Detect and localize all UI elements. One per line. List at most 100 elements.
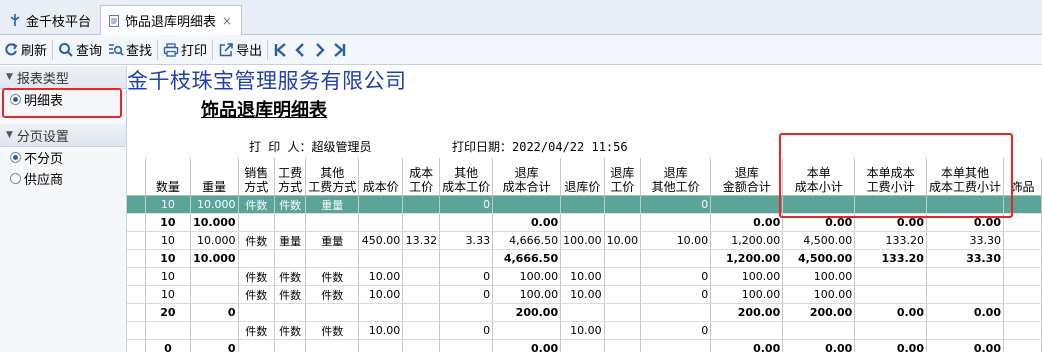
find-icon [109,43,124,56]
printer-info: 打 印 人：超级管理员 [249,140,372,154]
tab-bar: 金千枝平台 饰品退库明细表 × [0,0,1042,35]
column-header[interactable]: 重量 [190,158,239,196]
column-header[interactable]: 数量 [145,158,191,196]
table-cell [358,213,404,232]
row-spacer [127,303,147,322]
table-cell [358,249,404,268]
column-header[interactable]: 退库 工价 [604,158,642,196]
find-button[interactable]: 查找 [105,38,155,62]
tab-platform[interactable]: 金千枝平台 [2,6,106,34]
table-cell [305,249,360,268]
report-type-header[interactable]: ▼ 报表类型 [0,66,126,89]
next-page-button[interactable] [310,40,330,60]
chevron-right-icon [316,42,325,57]
table-cell [640,213,712,232]
table-cell [604,339,642,352]
table-cell: 0.00 [854,303,927,322]
close-icon[interactable]: × [222,14,232,28]
column-header[interactable]: 退库价 [560,158,605,196]
toolbar-divider [157,39,159,60]
document-icon [109,14,119,27]
table-cell [190,285,239,304]
radio-no-paging-label: 不分页 [24,152,64,167]
table-cell [560,339,605,352]
table-cell: 0 [640,285,712,304]
table-row[interactable]: 10 件数 件数 件数 10.00 0 100.00 10.00 0 100.00 100.00 [127,267,1042,286]
query-button[interactable]: 查询 [55,38,105,62]
table-cell: 0.00 [492,213,562,232]
table-cell: 件数 [305,267,360,286]
column-header[interactable]: 退库 金额合计 [710,158,784,196]
radio-supplier[interactable]: 供应商 [0,168,126,189]
radio-unselected-icon [10,173,21,184]
table-cell [145,321,191,340]
table-cell: 10.000 [190,195,239,214]
first-page-button[interactable] [270,40,290,60]
tab-return-detail[interactable]: 饰品退库明细表 × [100,5,242,35]
table-cell [358,195,404,214]
table-cell [560,249,605,268]
export-button[interactable]: 导出 [215,38,265,62]
column-header[interactable]: 工费 方式 [274,158,307,196]
column-header[interactable]: 成本价 [358,158,404,196]
table-cell [274,213,307,232]
print-label: 打印 [181,44,208,59]
table-row[interactable]: 10 10.000 件数 重量 重量 450.00 13.32 3.33 4,666.50 100… [127,231,1042,250]
column-header[interactable]: 退库 成本合计 [492,158,562,196]
table-cell [926,285,1004,304]
table-cell: 0.00 [710,339,784,352]
table-cell: 0.00 [926,339,1004,352]
row-spacer [127,267,147,286]
print-button[interactable]: 打印 [160,38,210,62]
refresh-button[interactable]: 刷新 [0,38,50,62]
last-page-button[interactable] [330,40,350,60]
table-cell [305,339,360,352]
table-cell: 0.00 [854,339,927,352]
paging-title: 分页设置 [16,129,69,145]
column-header[interactable]: 退库 其他工价 [640,158,712,196]
table-row[interactable]: 20 0 200.00 200.00 200.00 0.00 0.00 [127,303,1042,322]
table-row[interactable]: 0 0 0.00 0.00 0.00 0.00 0.00 [127,339,1042,352]
table-cell: 0 [439,321,494,340]
table-cell: 33.30 [926,231,1004,250]
table-cell: 10 [145,267,191,286]
table-cell: 0 [190,303,239,322]
table-cell [439,339,494,352]
prev-page-button[interactable] [290,40,310,60]
table-cell: 4,500.00 [782,231,856,250]
table-cell: 10 [145,213,191,232]
table-cell: 件数 [305,321,360,340]
export-label: 导出 [236,44,263,59]
table-row[interactable]: 10 件数 件数 件数 10.00 0 100.00 10.00 0 100.00 100.00 [127,285,1042,304]
radio-selected-icon [10,152,21,163]
table-cell [560,195,605,214]
table-row[interactable]: 10 10.000 4,666.50 1,200.00 4,500.00 133.20 33… [127,249,1042,268]
chevron-left-icon [295,42,304,57]
table-cell: 0 [439,195,494,214]
row-spacer [127,231,147,250]
table-cell: 1,200.00 [710,249,784,268]
table-cell [1003,303,1042,322]
radio-no-paging[interactable]: 不分页 [0,147,126,168]
column-header[interactable]: 其他 成本工价 [439,158,494,196]
column-header[interactable]: 销售 方式 [238,158,275,196]
tab-platform-label: 金千枝平台 [26,14,92,30]
column-header[interactable]: 成本 工价 [402,158,441,196]
radio-supplier-label: 供应商 [24,173,64,188]
table-cell: 33.30 [926,249,1004,268]
column-header[interactable]: 其他 工费方式 [305,158,360,196]
table-cell [402,321,441,340]
table-cell: 10.00 [560,267,605,286]
table-row[interactable]: 件数 件数 件数 10.00 0 10.00 0 [127,321,1042,340]
toolbar-divider [267,39,269,60]
table-cell [358,303,404,322]
table-cell: 100.00 [492,285,562,304]
table-cell [604,303,642,322]
table-cell [604,285,642,304]
paging-header[interactable]: ▼ 分页设置 [0,124,126,147]
table-cell [492,321,562,340]
highlight-box [779,133,1013,218]
platform-icon [10,14,20,26]
table-cell: 件数 [238,195,275,214]
table-cell [238,339,275,352]
